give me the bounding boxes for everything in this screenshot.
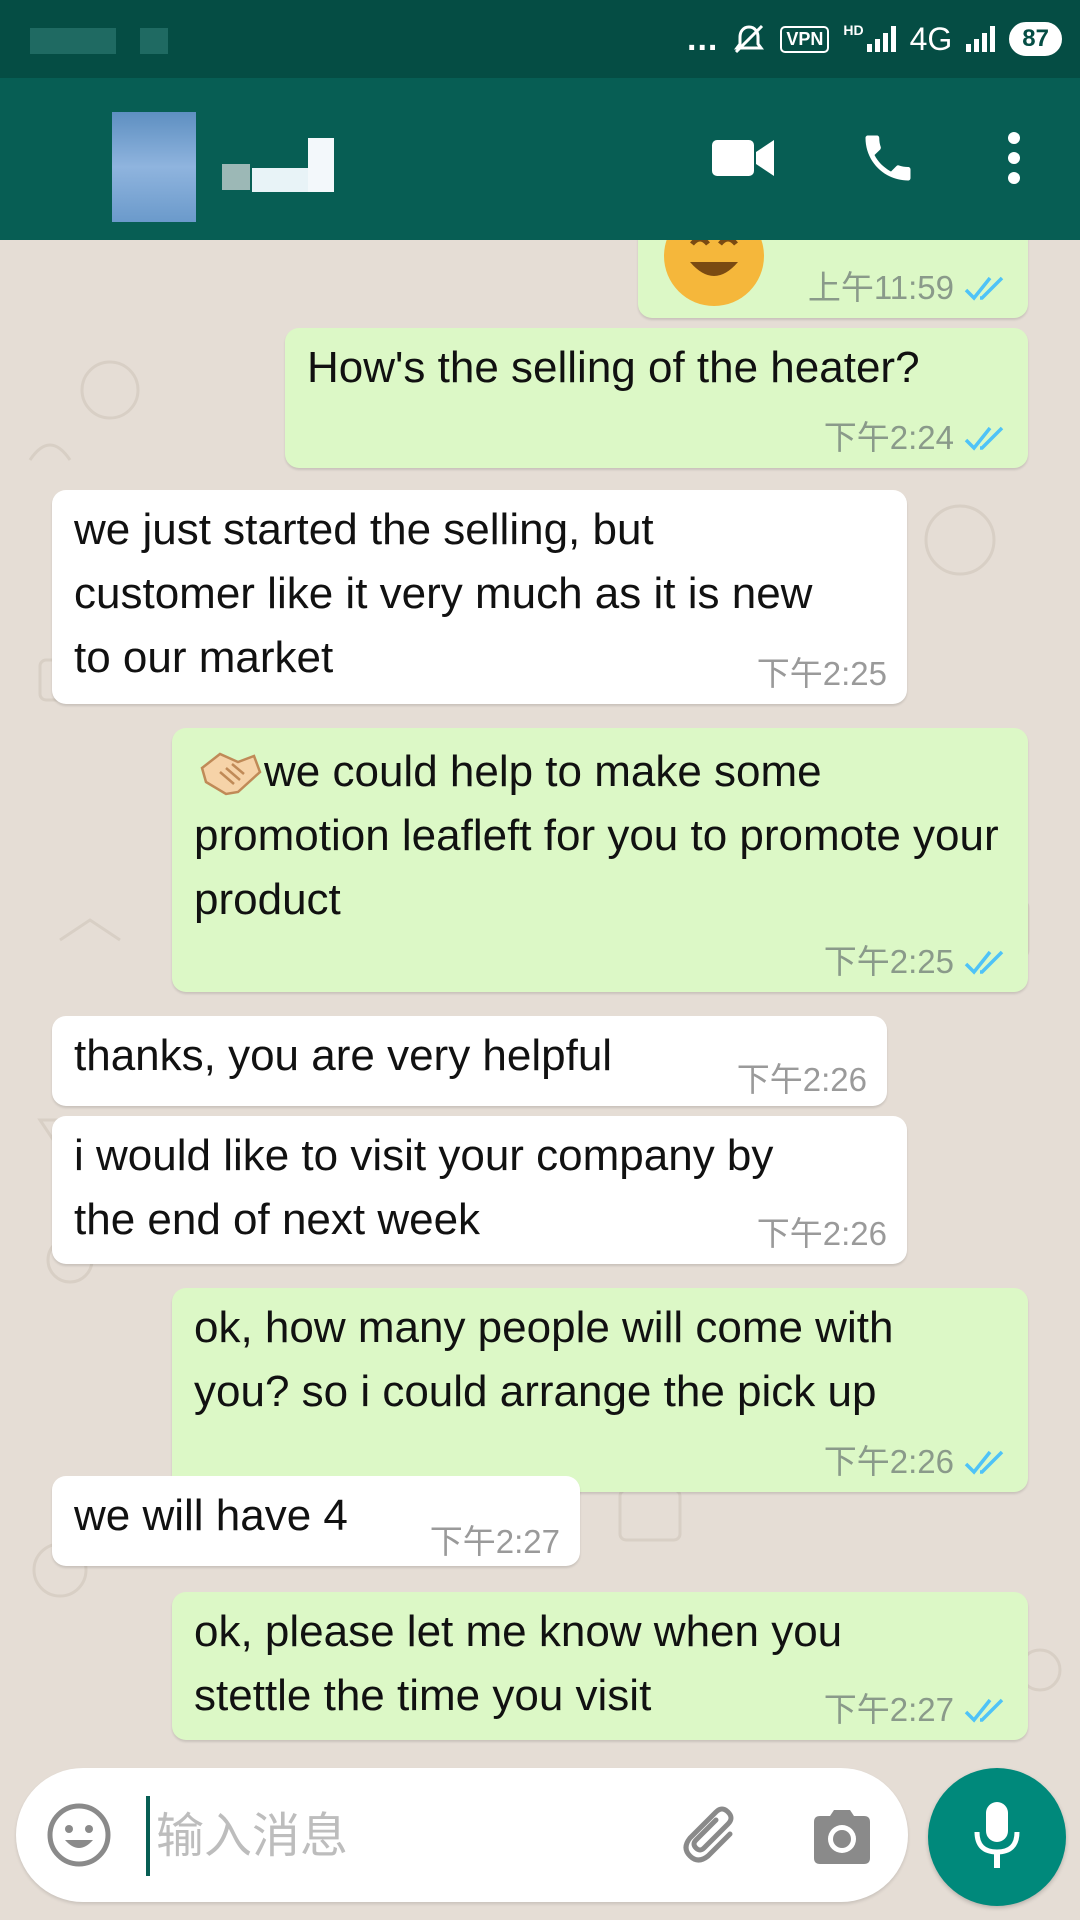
vpn-badge: VPN (780, 25, 830, 53)
message-meta: 下午2:26 (757, 1214, 887, 1254)
message-bubble-incoming[interactable]: we will have 4 下午2:27 (52, 1476, 580, 1566)
message-bubble-incoming[interactable]: thanks, you are very helpful 下午2:26 (52, 1016, 887, 1106)
handshake-emoji (200, 752, 262, 796)
message-meta: 下午2:26 (824, 1442, 1008, 1482)
read-ticks-icon (964, 950, 1004, 975)
message-meta: 下午2:27 (430, 1522, 560, 1562)
message-meta: 下午2:25 (757, 654, 887, 694)
message-bubble-incoming[interactable]: we just started the selling, but custome… (52, 490, 907, 704)
signal-bars-icon (866, 26, 896, 52)
network-type: 4G (909, 20, 953, 57)
message-bubble-outgoing[interactable]: ok, how many people will come with you? … (172, 1288, 1028, 1492)
video-call-icon[interactable] (712, 136, 776, 180)
message-text: i would like to visit your company by th… (74, 1131, 774, 1244)
message-time: 下午2:24 (823, 419, 954, 456)
message-bubble-outgoing[interactable]: ok, please let me know when you stettle … (172, 1592, 1028, 1740)
voice-message-button[interactable] (928, 1768, 1066, 1906)
emoji-icon[interactable] (46, 1802, 112, 1868)
message-time: 上午11:59 (807, 269, 954, 306)
message-time: 下午2:27 (429, 1523, 560, 1560)
message-list[interactable]: 上午11:59 How's the selling of the heater?… (0, 240, 1080, 1765)
status-dots: ... (687, 19, 719, 58)
chat-header (0, 78, 1080, 240)
message-time: 下午2:25 (823, 943, 954, 980)
message-meta: 下午2:26 (737, 1060, 867, 1100)
status-bar: ... VPN HD 4G 87 (0, 0, 1080, 78)
avatar[interactable] (112, 112, 196, 222)
phone-icon[interactable] (858, 128, 918, 188)
more-vert-icon[interactable] (1004, 130, 1024, 186)
message-time: 下午2:26 (756, 1215, 887, 1252)
read-ticks-icon (964, 1450, 1004, 1475)
contact-name-redacted[interactable] (222, 138, 334, 192)
smiling-face-emoji (664, 240, 764, 306)
message-text: How's the selling of the heater? (307, 343, 920, 392)
read-ticks-icon (964, 276, 1004, 301)
message-bubble-incoming[interactable]: i would like to visit your company by th… (52, 1116, 907, 1264)
composer (16, 1768, 908, 1902)
message-bubble-outgoing[interactable]: 上午11:59 (638, 240, 1028, 318)
carrier-redacted-2 (140, 28, 168, 54)
message-text: we just started the selling, but custome… (74, 505, 813, 682)
read-ticks-icon (964, 1698, 1004, 1723)
message-meta: 下午2:25 (824, 942, 1008, 982)
mute-icon (734, 24, 765, 54)
message-time: 下午2:26 (736, 1061, 867, 1098)
message-meta: 下午2:27 (824, 1690, 1008, 1730)
signal-bars-2-icon (966, 26, 996, 52)
battery-level: 87 (1009, 22, 1062, 56)
message-time: 下午2:25 (756, 655, 887, 692)
attach-icon[interactable] (680, 1804, 744, 1868)
mic-icon (974, 1802, 1020, 1868)
message-text: ok, how many people will come with you? … (194, 1303, 894, 1416)
message-bubble-outgoing[interactable]: we could help to make some promotion lea… (172, 728, 1028, 992)
message-text: ok, please let me know when you stettle … (194, 1607, 843, 1720)
hd-signal: HD (843, 22, 896, 52)
status-icons: ... VPN HD 4G 87 (687, 14, 1062, 64)
message-text: we could help to make some promotion lea… (194, 747, 999, 924)
read-ticks-icon (964, 426, 1004, 451)
hd-label: HD (843, 22, 864, 38)
message-meta: 下午2:24 (824, 418, 1008, 458)
camera-icon[interactable] (810, 1808, 874, 1866)
message-time: 下午2:27 (823, 1691, 954, 1728)
message-bubble-outgoing[interactable]: How's the selling of the heater? 下午2:24 (285, 328, 1028, 468)
message-input[interactable] (146, 1796, 678, 1876)
message-time: 下午2:26 (823, 1443, 954, 1480)
carrier-redacted (30, 28, 116, 54)
message-meta: 上午11:59 (808, 268, 1008, 308)
